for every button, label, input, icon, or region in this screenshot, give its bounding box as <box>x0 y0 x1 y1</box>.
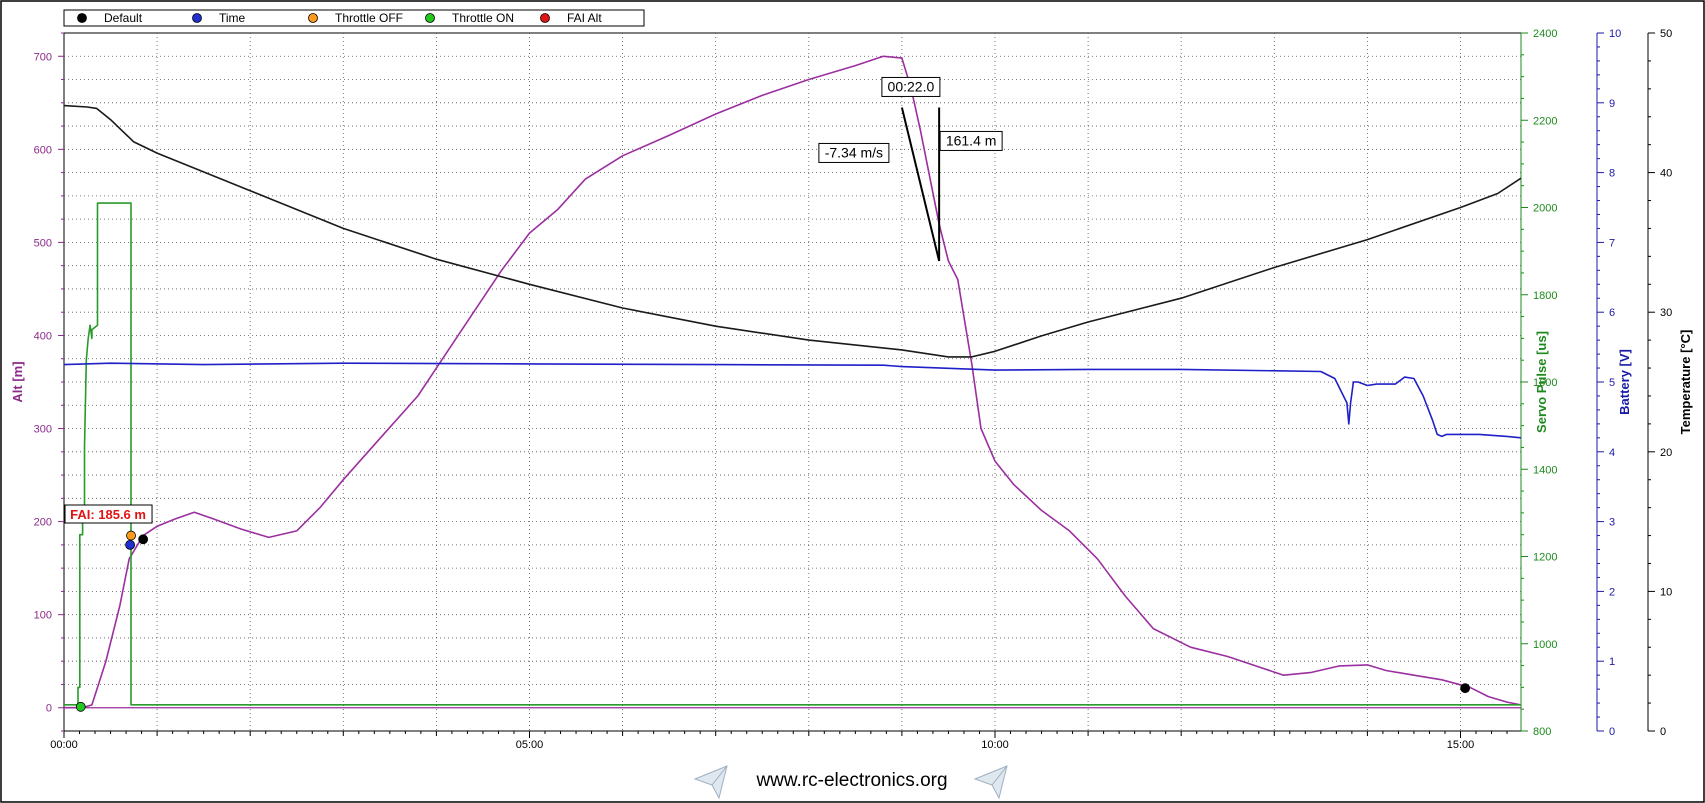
battery-axis-label: Battery [V] <box>1617 349 1632 415</box>
measurement-height-label: 161.4 m <box>946 132 997 148</box>
marker-default-start <box>138 534 149 545</box>
battery-axis-tick-label: 3 <box>1609 517 1615 529</box>
marker-throttle-on <box>75 701 86 712</box>
alt-axis-tick-label: 500 <box>34 237 52 249</box>
legend-marker <box>540 13 550 23</box>
battery-axis-tick-label: 2 <box>1609 586 1615 598</box>
alt-axis-tick-label: 400 <box>34 330 52 342</box>
servo-axis-tick-label: 800 <box>1533 726 1551 738</box>
legend-label: Throttle OFF <box>335 11 403 25</box>
x-axis-tick-label: 15:00 <box>1447 739 1475 751</box>
x-axis-tick-label: 05:00 <box>516 739 544 751</box>
temperature-axis-tick-label: 40 <box>1660 168 1672 180</box>
measurement-time-label: 00:22.0 <box>888 78 935 94</box>
servo-axis-tick-label: 2000 <box>1533 203 1557 215</box>
alt-axis-tick-label: 0 <box>46 703 52 715</box>
alt-axis-tick-label: 100 <box>34 610 52 622</box>
alt-axis-label: Alt [m] <box>10 361 25 402</box>
fai-label: FAI: 185.6 m <box>70 507 146 522</box>
legend-marker <box>192 13 202 23</box>
battery-axis-tick-label: 5 <box>1609 377 1615 389</box>
legend: Default Time Throttle OFF Throttle ON FAI Al… <box>63 9 645 27</box>
battery-axis-tick-label: 7 <box>1609 237 1615 249</box>
marker-default-end <box>1460 683 1471 694</box>
servo-axis-tick-label: 2200 <box>1533 115 1557 127</box>
servo-axis-tick-label: 1400 <box>1533 464 1557 476</box>
battery-axis-tick-label: 0 <box>1609 726 1615 738</box>
temperature-axis-label: Temperature [°C] <box>1678 330 1693 435</box>
battery-axis-tick-label: 4 <box>1609 447 1615 459</box>
temperature-axis-tick-label: 0 <box>1660 726 1666 738</box>
alt-axis-tick-label: 600 <box>34 144 52 156</box>
battery-axis-tick-label: 8 <box>1609 168 1615 180</box>
legend-marker <box>308 13 318 23</box>
alt-axis-tick-label: 700 <box>34 51 52 63</box>
servo-axis-tick-label: 1000 <box>1533 639 1557 651</box>
battery-axis-tick-label: 1 <box>1609 656 1615 668</box>
servo-axis-label: Servo Pulse [us] <box>1534 331 1549 433</box>
temperature-axis-tick-label: 10 <box>1660 586 1672 598</box>
battery-axis-tick-label: 6 <box>1609 307 1615 319</box>
battery-axis-tick-label: 9 <box>1609 98 1615 110</box>
x-axis-tick-label: 10:00 <box>981 739 1009 751</box>
temperature-axis-tick-label: 20 <box>1660 447 1672 459</box>
servo-axis-tick-label: 1200 <box>1533 552 1557 564</box>
legend-label: FAI Alt <box>567 11 602 25</box>
alt-axis-tick-label: 200 <box>34 517 52 529</box>
marker-time <box>125 539 136 550</box>
temperature-axis-tick-label: 50 <box>1660 28 1672 40</box>
chart: 00:00 05:00 10:00 15:0001002003004005006007… <box>0 0 1705 803</box>
legend-marker <box>77 13 87 23</box>
footer-url[interactable]: www.rc-electronics.org <box>755 770 947 791</box>
legend-label: Throttle ON <box>452 11 514 25</box>
legend-label: Time <box>219 11 246 25</box>
measurement-rate-label: -7.34 m/s <box>825 144 883 160</box>
marker-throttle-off <box>126 530 136 541</box>
battery-axis-tick-label: 10 <box>1609 28 1621 40</box>
temperature-axis-tick-label: 30 <box>1660 307 1672 319</box>
legend-marker <box>425 13 435 23</box>
legend-label: Default <box>104 11 143 25</box>
servo-axis-tick-label: 2400 <box>1533 28 1557 40</box>
alt-axis-tick-label: 300 <box>34 424 52 436</box>
x-axis-tick-label: 00:00 <box>50 739 78 751</box>
servo-axis-tick-label: 1800 <box>1533 290 1557 302</box>
